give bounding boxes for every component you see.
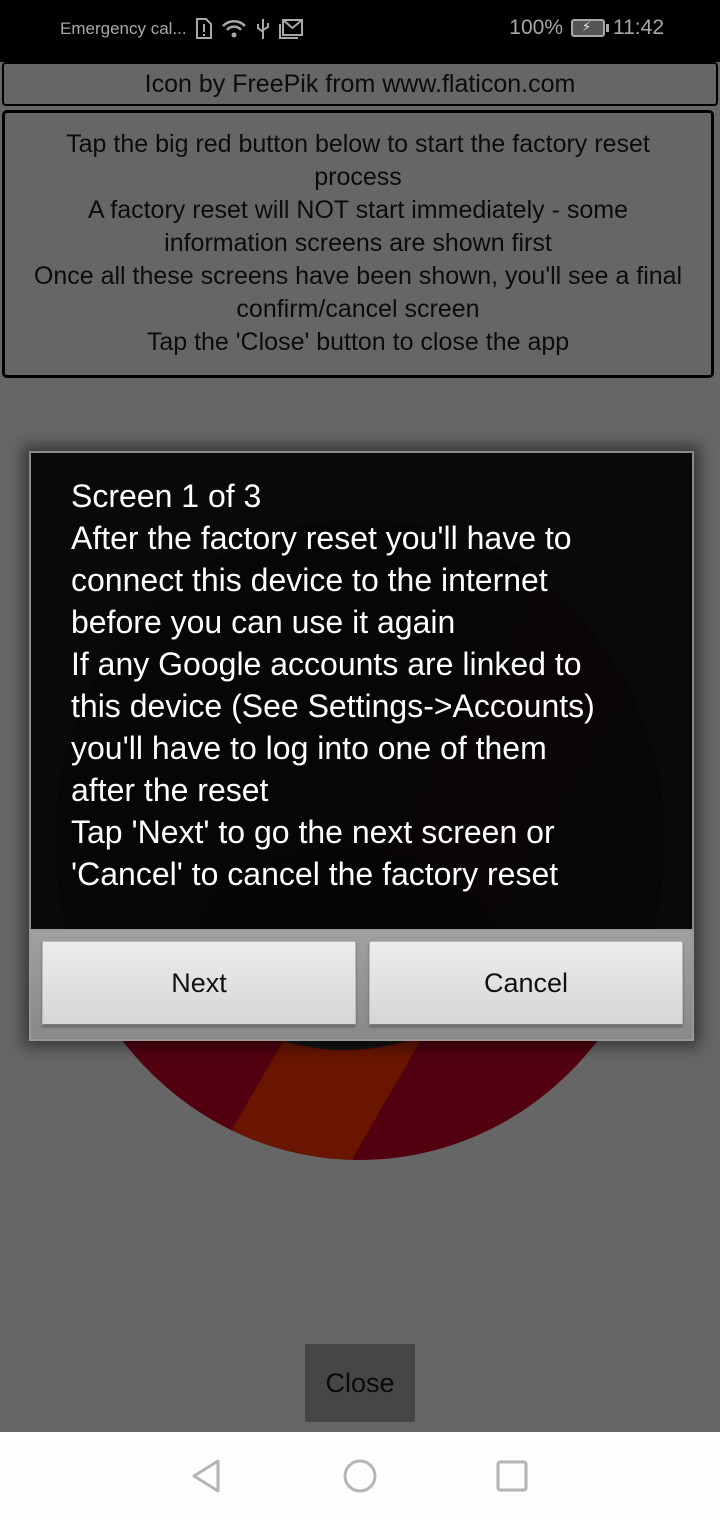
instruction-line: A factory reset will NOT start immediate… <box>88 196 628 224</box>
navigation-bar <box>0 1432 720 1520</box>
usb-icon <box>255 18 271 40</box>
dialog-line: this device (See Settings->Accounts) <box>71 688 595 724</box>
battery-charging-icon: ⚡ <box>571 19 609 37</box>
dialog-line: Tap 'Next' to go the next screen or <box>71 814 555 850</box>
wifi-icon <box>221 18 247 40</box>
credit-text: Icon by FreePik from www.flaticon.com <box>144 69 576 98</box>
clock: 11:42 <box>613 16 664 39</box>
dialog-line: 'Cancel' to cancel the factory reset <box>71 856 559 892</box>
dialog-title: Screen 1 of 3 <box>71 478 262 514</box>
instruction-line: information screens are shown first <box>164 229 552 257</box>
recents-square-icon[interactable] <box>492 1456 532 1496</box>
back-triangle-icon[interactable] <box>186 1456 226 1496</box>
instruction-line: Once all these screens have been shown, … <box>33 262 683 290</box>
cancel-button[interactable]: Cancel <box>369 941 683 1026</box>
cancel-button-label: Cancel <box>483 967 569 998</box>
dialog-line: after the reset <box>71 772 269 808</box>
gmail-icon <box>278 19 303 39</box>
close-button[interactable]: Close <box>305 1344 415 1422</box>
sim-alert-icon <box>195 18 213 40</box>
carrier-text: Emergency cal... <box>60 19 187 38</box>
status-bar: Emergency cal... 100% ⚡ 11:42 <box>0 0 720 62</box>
dialog-line: If any Google accounts are linked to <box>71 646 582 682</box>
dialog-line: connect this device to the internet <box>71 562 548 598</box>
close-button-label: Close <box>325 1367 395 1398</box>
instruction-line: Tap the 'Close' button to close the app <box>146 328 570 356</box>
icon-credit-label: Icon by FreePik from www.flaticon.com <box>2 62 718 106</box>
instruction-line: confirm/cancel screen <box>236 295 480 323</box>
battery-percent: 100% <box>509 16 563 39</box>
next-button[interactable]: Next <box>42 941 356 1026</box>
home-circle-icon[interactable] <box>340 1456 380 1496</box>
dialog-line: before you can use it again <box>71 604 456 640</box>
dialog-button-bar: Next Cancel <box>29 929 694 1041</box>
dialog-line: you'll have to log into one of them <box>71 730 547 766</box>
info-dialog: Screen 1 of 3 After the factory reset yo… <box>29 451 694 1041</box>
dialog-message: Screen 1 of 3 After the factory reset yo… <box>29 451 694 929</box>
instruction-line: Tap the big red button below to start th… <box>66 130 650 158</box>
instruction-line: process <box>314 163 402 191</box>
instructions-panel: Tap the big red button below to start th… <box>2 110 714 378</box>
next-button-label: Next <box>171 967 227 998</box>
dialog-line: After the factory reset you'll have to <box>71 520 572 556</box>
